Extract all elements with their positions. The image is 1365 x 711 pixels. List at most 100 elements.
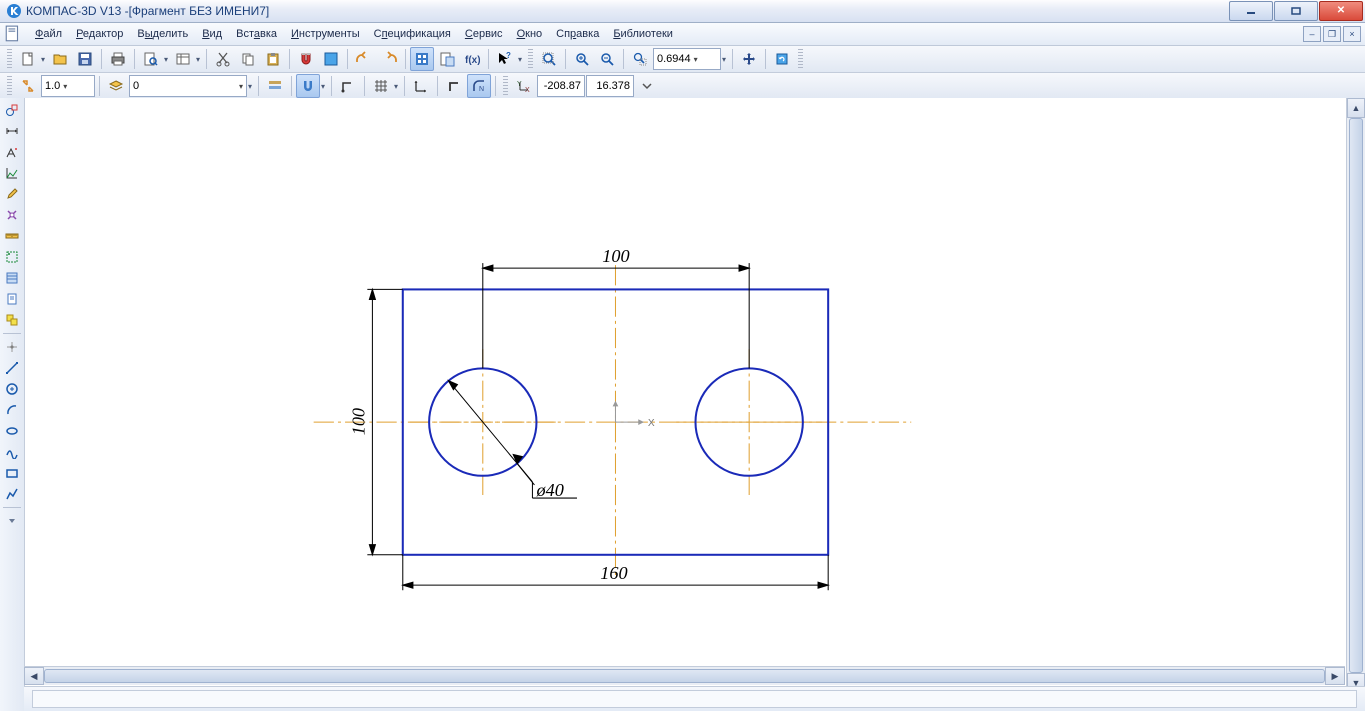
polyline-tool[interactable] xyxy=(1,484,23,504)
scroll-up-button[interactable]: ▲ xyxy=(1347,98,1365,118)
drawing-canvas[interactable]: X 100 100 xyxy=(25,98,1365,711)
variables-button[interactable]: f(x) xyxy=(460,47,484,71)
toolbar-grip[interactable] xyxy=(528,49,533,69)
window-maximize-button[interactable] xyxy=(1274,1,1318,21)
measure-tool[interactable] xyxy=(1,226,23,246)
layer-icon[interactable] xyxy=(104,74,128,98)
rectangle-tool[interactable] xyxy=(1,463,23,483)
spec-doc-button[interactable] xyxy=(435,47,459,71)
toolbar-grip[interactable] xyxy=(503,76,508,96)
coord-dropdown[interactable] xyxy=(635,74,659,98)
scroll-left-button[interactable]: ◀ xyxy=(24,667,44,685)
new-button[interactable] xyxy=(16,47,40,71)
coord-icon[interactable]: YX xyxy=(512,74,536,98)
window-close-button[interactable]: ✕ xyxy=(1319,1,1363,21)
dimension-tool[interactable] xyxy=(1,121,23,141)
grid-button[interactable] xyxy=(369,74,393,98)
insert-tool[interactable] xyxy=(1,310,23,330)
zoom-in-button[interactable] xyxy=(570,47,594,71)
vertical-toolbar xyxy=(0,98,25,711)
cut-button[interactable] xyxy=(211,47,235,71)
menu-help[interactable]: Справка xyxy=(549,26,606,42)
undo-button[interactable] xyxy=(352,47,376,71)
mdi-minimize-button[interactable]: – xyxy=(1303,26,1321,42)
magnet-button[interactable] xyxy=(294,47,318,71)
redo-button[interactable] xyxy=(377,47,401,71)
construction-designation-tool[interactable] xyxy=(1,163,23,183)
save-button[interactable] xyxy=(73,47,97,71)
geometry-tool[interactable] xyxy=(1,100,23,120)
spec-tool[interactable] xyxy=(1,268,23,288)
help-cursor-button[interactable]: ? xyxy=(493,47,517,71)
menu-tools[interactable]: Инструменты xyxy=(284,26,367,42)
arc-tool[interactable] xyxy=(1,400,23,420)
app-title: КОМПАС-3D V13 - xyxy=(26,4,129,18)
line-tool[interactable] xyxy=(1,358,23,378)
snap-toggle-button[interactable] xyxy=(296,74,320,98)
zoom-out-button[interactable] xyxy=(595,47,619,71)
menu-view[interactable]: Вид xyxy=(195,26,229,42)
refresh-button[interactable] xyxy=(770,47,794,71)
ellipse-tool[interactable] xyxy=(1,421,23,441)
preview-button[interactable] xyxy=(139,47,163,71)
edit-tool[interactable] xyxy=(1,184,23,204)
menu-select[interactable]: Выделить xyxy=(130,26,195,42)
window-minimize-button[interactable] xyxy=(1229,1,1273,21)
coord-x-field[interactable]: -208.87 xyxy=(537,75,585,97)
scroll-right-button[interactable]: ▶ xyxy=(1325,667,1345,685)
dimension-left-value: 100 xyxy=(348,408,368,435)
zoom-combo[interactable]: 0.6944▾ xyxy=(653,48,721,70)
open-button[interactable] xyxy=(48,47,72,71)
paste-button[interactable] xyxy=(261,47,285,71)
vscroll-thumb[interactable] xyxy=(1349,118,1363,673)
mdi-close-button[interactable]: × xyxy=(1343,26,1361,42)
status-bar xyxy=(24,686,1365,711)
toolbar-grip-end[interactable] xyxy=(798,49,803,69)
zoom-fit-button[interactable] xyxy=(537,47,561,71)
document-system-icon[interactable] xyxy=(4,25,22,43)
ortho-button[interactable] xyxy=(336,74,360,98)
toolbar-standard: ▾ ▾ ▾ f(x) ?▾ 0.6944▾▾ xyxy=(0,46,1365,73)
menu-window[interactable]: Окно xyxy=(510,26,550,42)
print-button[interactable] xyxy=(106,47,130,71)
scale-value: 1.0 xyxy=(45,80,60,92)
menu-libs[interactable]: Библиотеки xyxy=(606,26,680,42)
horizontal-scrollbar[interactable]: ◀ ▶ xyxy=(24,666,1345,685)
point-tool[interactable] xyxy=(1,337,23,357)
vertical-scrollbar[interactable]: ▲ ▼ xyxy=(1346,98,1365,693)
menu-insert[interactable]: Вставка xyxy=(229,26,284,42)
ortho-draw-button[interactable] xyxy=(442,74,466,98)
window-titlebar: КОМПАС-3D V13 - [Фрагмент БЕЗ ИМЕНИ7] ✕ xyxy=(0,0,1365,23)
report-tool[interactable] xyxy=(1,289,23,309)
spline-tool[interactable] xyxy=(1,442,23,462)
copy-button[interactable] xyxy=(236,47,260,71)
menubar: Файл Редактор Выделить Вид Вставка Инстр… xyxy=(0,23,1365,46)
styles-button[interactable] xyxy=(263,74,287,98)
menu-service[interactable]: Сервис xyxy=(458,26,510,42)
fill-button[interactable] xyxy=(319,47,343,71)
hscroll-thumb[interactable] xyxy=(44,669,1325,683)
designation-tool[interactable] xyxy=(1,142,23,162)
expand-icon[interactable] xyxy=(1,511,23,531)
select-tool[interactable] xyxy=(1,247,23,267)
round-button[interactable]: N xyxy=(467,74,491,98)
circle-tool[interactable] xyxy=(1,379,23,399)
coord-y-field[interactable]: 16.378 xyxy=(586,75,634,97)
menu-spec[interactable]: Спецификация xyxy=(367,26,458,42)
mdi-restore-button[interactable]: ❐ xyxy=(1323,26,1341,42)
svg-text:N: N xyxy=(479,86,484,93)
properties-button[interactable] xyxy=(171,47,195,71)
scale-combo[interactable]: 1.0▾ xyxy=(41,75,95,97)
menu-file[interactable]: Файл xyxy=(28,26,69,42)
manager-button[interactable] xyxy=(410,47,434,71)
toolbar-grip[interactable] xyxy=(7,76,12,96)
new-dropdown[interactable]: ▾ xyxy=(39,55,47,64)
menu-edit[interactable]: Редактор xyxy=(69,26,130,42)
parametric-tool[interactable] xyxy=(1,205,23,225)
layer-combo[interactable]: 0▾ xyxy=(129,75,247,97)
toolbar-grip[interactable] xyxy=(7,49,12,69)
lcs-button[interactable] xyxy=(409,74,433,98)
scale-icon[interactable] xyxy=(16,74,40,98)
zoom-window-button[interactable] xyxy=(628,47,652,71)
pan-button[interactable] xyxy=(737,47,761,71)
